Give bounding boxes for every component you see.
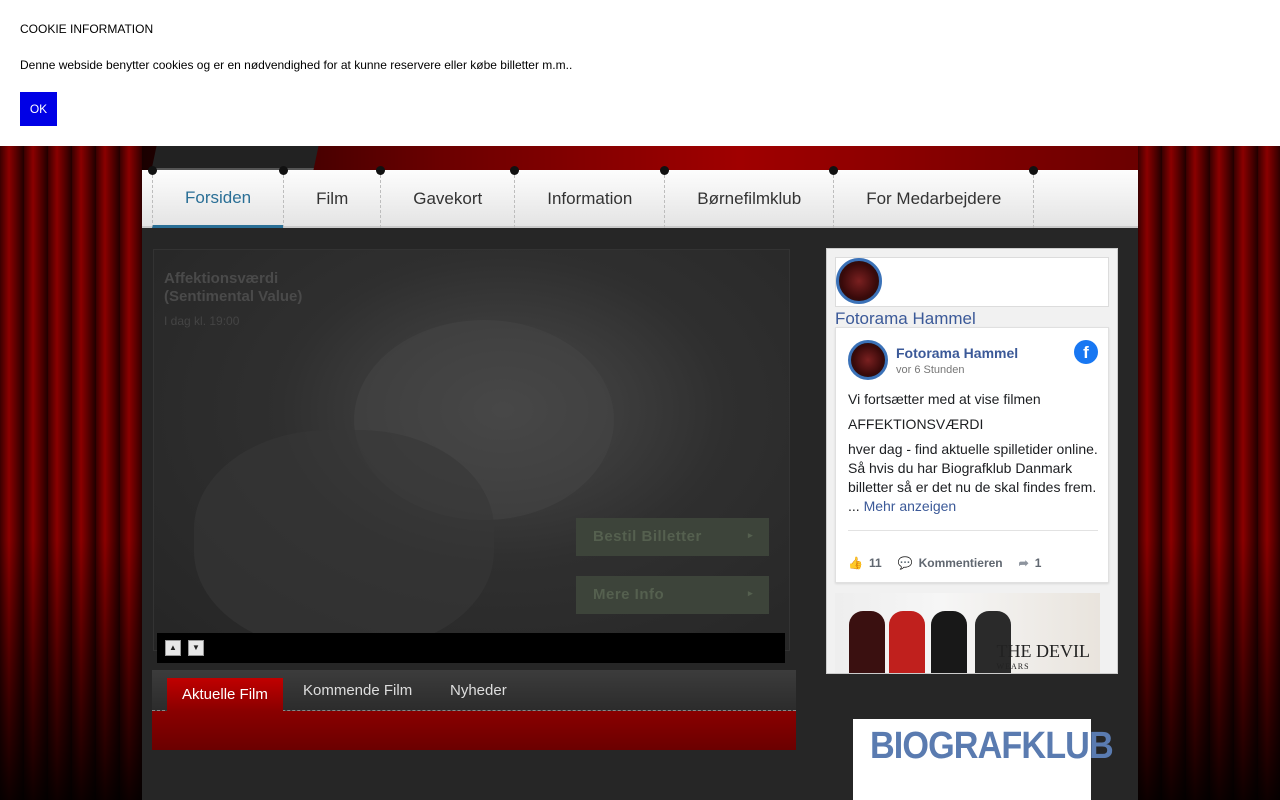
facebook-header bbox=[835, 257, 1109, 307]
poster-figure bbox=[931, 611, 967, 673]
poster-title: THE DEVIL WEARS bbox=[997, 641, 1090, 671]
post-text-line: AFFEKTIONSVÆRDI bbox=[848, 416, 984, 432]
poster-figure bbox=[889, 611, 925, 673]
comment-icon: 💬 bbox=[897, 556, 913, 570]
arrow-right-icon: ▸ bbox=[747, 530, 753, 540]
biografklub-banner[interactable]: BIOGRAFKLUB bbox=[853, 719, 1114, 800]
chevron-down-icon[interactable]: ▼ bbox=[188, 640, 204, 656]
poster-title-text: THE DEVIL bbox=[996, 641, 1090, 661]
cookie-text: Denne webside benytter cookies og er en … bbox=[20, 58, 573, 72]
slide-date: I dag kl. 19:00 bbox=[164, 314, 240, 328]
arrow-right-icon: ▸ bbox=[747, 588, 753, 598]
nav-item-film[interactable]: Film bbox=[279, 166, 380, 228]
like-count: 11 bbox=[868, 556, 882, 570]
nav-item-medarbejdere[interactable]: For Medarbejdere bbox=[829, 166, 1039, 228]
post-time[interactable]: vor 6 Stunden bbox=[896, 364, 965, 376]
nav-divider-dot bbox=[376, 166, 386, 175]
avatar[interactable] bbox=[848, 340, 888, 380]
slide-title: Affektionsværdi (Sentimental Value) bbox=[164, 270, 302, 306]
tab-content bbox=[152, 711, 796, 750]
comment-label: Kommentieren bbox=[918, 556, 1003, 570]
more-info-button[interactable]: Mere Info ▸ bbox=[576, 576, 769, 614]
curtain-right bbox=[1138, 146, 1280, 800]
nav-label: Børnefilmklub bbox=[697, 189, 802, 208]
button-label: Mere Info bbox=[593, 586, 665, 603]
tab-aktuelle-film[interactable]: Aktuelle Film bbox=[167, 678, 283, 711]
movie-poster-image[interactable]: THE DEVIL WEARS bbox=[835, 593, 1100, 673]
nav-item-information[interactable]: Information bbox=[510, 166, 664, 228]
tab-kommende-film[interactable]: Kommende Film bbox=[303, 682, 412, 699]
thumbs-up-icon: 👍 bbox=[848, 556, 863, 570]
chevron-up-icon[interactable]: ▲ bbox=[165, 640, 181, 656]
nav-divider-dot bbox=[829, 166, 839, 175]
nav-item-forsiden[interactable]: Forsiden bbox=[148, 166, 284, 228]
featured-slider[interactable]: Affektionsværdi (Sentimental Value) I da… bbox=[153, 249, 790, 651]
share-icon: ➦ bbox=[1018, 556, 1029, 570]
post-actions: 👍 11 💬 Kommentieren ➦ 1 bbox=[848, 556, 1041, 570]
post-text: Vi fortsætter med at vise filmen AFFEKTI… bbox=[848, 390, 1102, 516]
share-button[interactable]: ➦ 1 bbox=[1019, 556, 1042, 570]
book-tickets-button[interactable]: Bestil Billetter ▸ bbox=[576, 518, 769, 556]
nav-label: Film bbox=[316, 189, 349, 208]
film-tabs: Aktuelle Film Kommende Film Nyheder bbox=[152, 670, 796, 711]
comment-button[interactable]: 💬 Kommentieren bbox=[898, 556, 1003, 570]
slide-image-area bbox=[194, 430, 494, 650]
like-button[interactable]: 👍 11 bbox=[848, 556, 882, 570]
show-more-link[interactable]: Mehr anzeigen bbox=[864, 498, 957, 514]
post-author[interactable]: Fotorama Hammel bbox=[896, 345, 1018, 361]
nav-divider-dot bbox=[279, 166, 289, 175]
share-count: 1 bbox=[1034, 556, 1042, 570]
slide-title-line: Affektionsværdi bbox=[164, 270, 279, 287]
facebook-icon[interactable]: f bbox=[1074, 340, 1098, 364]
page-container: Forsiden Film Gavekort Information Børne… bbox=[142, 146, 1138, 800]
tab-nyheder[interactable]: Nyheder bbox=[450, 682, 507, 699]
facebook-post: Fotorama Hammel vor 6 Stunden f Vi forts… bbox=[835, 327, 1109, 583]
nav-divider-dot bbox=[148, 166, 157, 175]
nav-label: Gavekort bbox=[413, 189, 483, 208]
slider-controls: ▲ ▼ bbox=[157, 633, 785, 663]
nav-divider-dot bbox=[660, 166, 670, 175]
post-text-line: hver dag - find aktuelle spilletider onl… bbox=[848, 441, 1098, 495]
nav-label: Forsiden bbox=[185, 187, 252, 207]
nav-item-gavekort[interactable]: Gavekort bbox=[376, 166, 514, 228]
poster-figure bbox=[849, 611, 885, 673]
nav-item-bornefilmklub[interactable]: Børnefilmklub bbox=[660, 166, 833, 228]
avatar[interactable] bbox=[836, 258, 882, 304]
biografklub-logo: BIOGRAFKLUB bbox=[870, 725, 1114, 767]
film-strip-image bbox=[151, 146, 319, 170]
facebook-widget: Fotorama Hammel Fotorama Hammel vor 6 St… bbox=[826, 248, 1118, 674]
post-ellipsis: ... bbox=[848, 498, 860, 514]
main-nav: Forsiden Film Gavekort Information Børne… bbox=[142, 166, 1138, 228]
curtain-left bbox=[0, 146, 142, 800]
nav-divider-dot bbox=[510, 166, 520, 175]
button-label: Bestil Billetter bbox=[593, 528, 702, 545]
cookie-title: COOKIE INFORMATION bbox=[20, 22, 154, 36]
cookie-banner: COOKIE INFORMATION Denne webside benytte… bbox=[0, 0, 1280, 146]
poster-subtitle: WEARS bbox=[996, 662, 1030, 671]
nav-label: For Medarbejdere bbox=[866, 189, 1002, 208]
cookie-ok-button[interactable]: OK bbox=[20, 92, 57, 126]
divider bbox=[848, 530, 1098, 531]
post-text-line: Vi fortsætter med at vise filmen bbox=[848, 391, 1041, 407]
nav-divider-dot bbox=[1029, 166, 1039, 175]
slide-title-line: (Sentimental Value) bbox=[164, 288, 303, 305]
header-banner bbox=[142, 146, 1138, 170]
nav-label: Information bbox=[547, 189, 633, 208]
facebook-page-name[interactable]: Fotorama Hammel bbox=[835, 309, 976, 329]
